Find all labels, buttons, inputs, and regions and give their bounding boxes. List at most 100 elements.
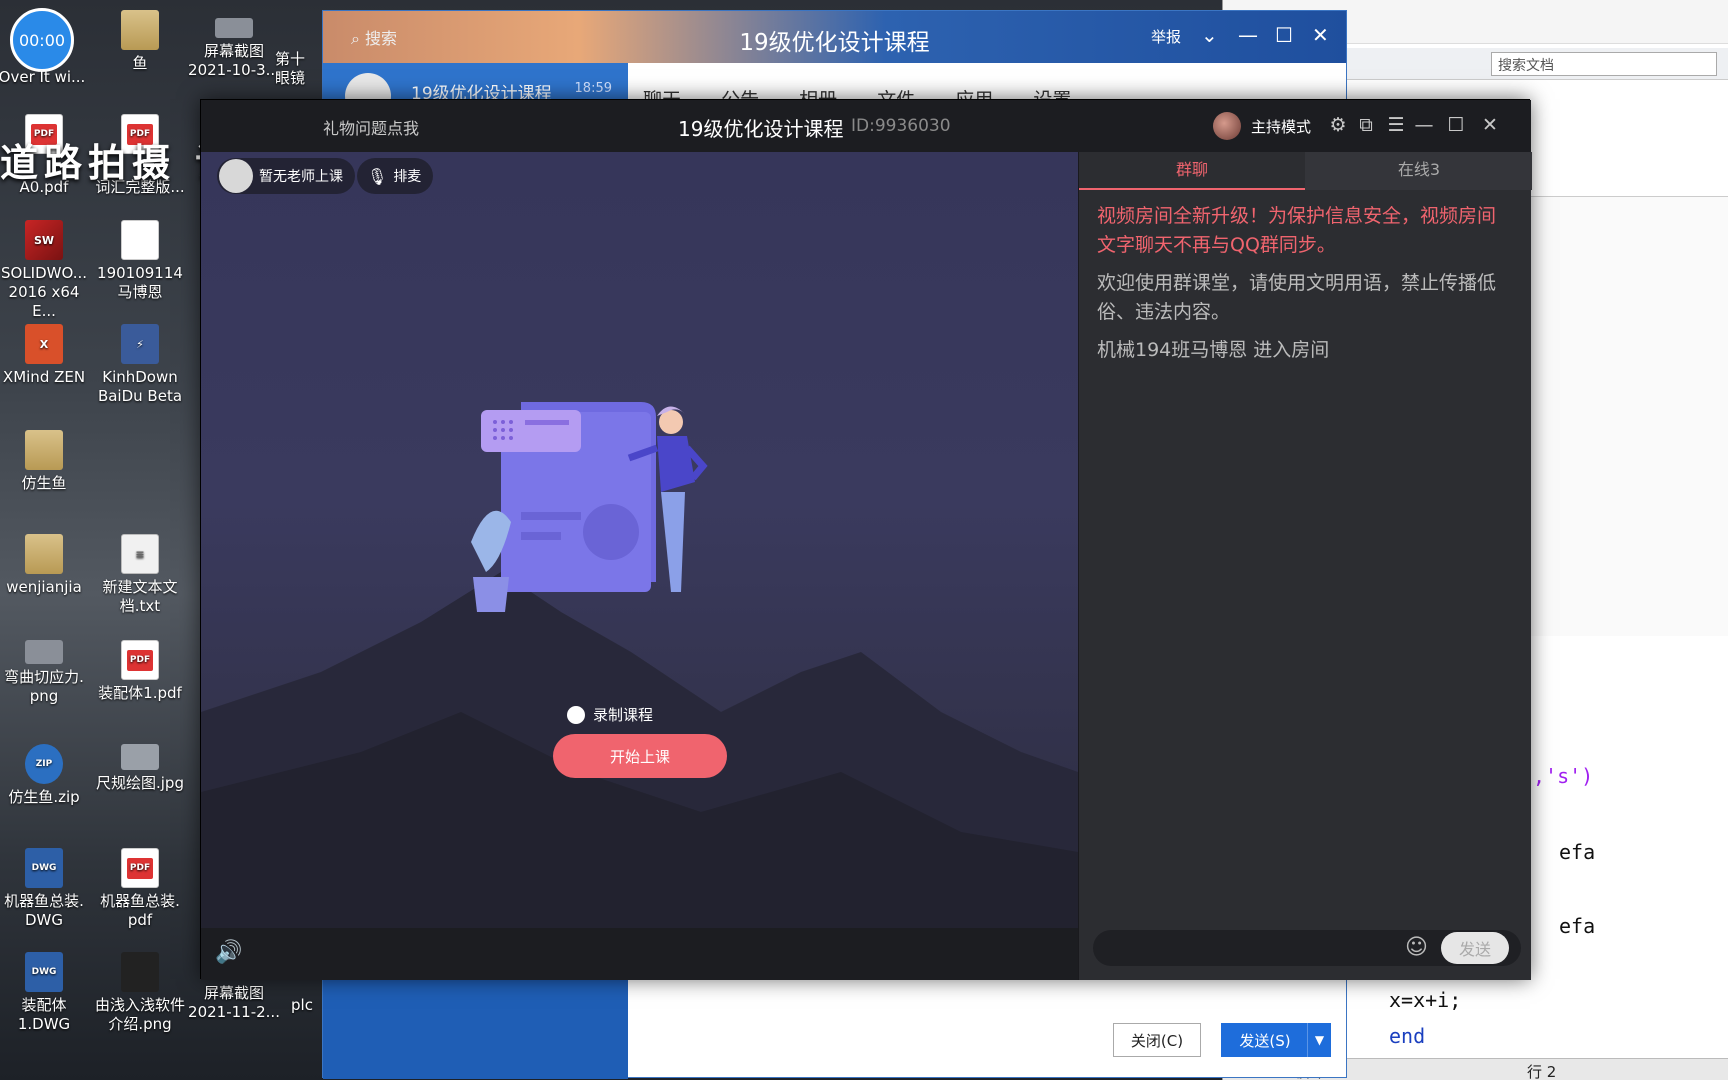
- desktop-icon[interactable]: 弯曲切应力. png: [0, 640, 90, 706]
- desktop-icon[interactable]: DWG 装配体 1.DWG: [0, 952, 90, 1034]
- qq-window-title: 19级优化设计课程: [739, 30, 930, 56]
- emoji-icon[interactable]: ☺: [1405, 936, 1429, 960]
- record-label: 录制课程: [593, 706, 654, 724]
- desktop-icon[interactable]: Over It wi...: [0, 68, 88, 87]
- desktop-icon-label: 鱼: [132, 54, 148, 72]
- chat-input[interactable]: ☺ 发送: [1093, 930, 1521, 966]
- host-mode-label[interactable]: 主持模式: [1251, 116, 1311, 137]
- desktop-icon[interactable]: 鱼: [94, 10, 186, 73]
- desktop-icon[interactable]: 190109114 马博恩: [94, 220, 186, 302]
- xmind-icon: X: [25, 324, 63, 364]
- gift-help-link[interactable]: 礼物问题点我: [323, 115, 419, 139]
- close-icon[interactable]: ✕: [1477, 112, 1503, 138]
- chat-send-button[interactable]: 发送: [1441, 932, 1509, 964]
- chevron-down-icon[interactable]: ▼: [1307, 1023, 1331, 1057]
- chat-tabs: 群聊 在线3: [1079, 152, 1532, 190]
- code-line: x=x+i;: [1389, 988, 1462, 1012]
- send-button[interactable]: 发送(S) ▼: [1221, 1023, 1331, 1057]
- desktop-icon[interactable]: ZIP 仿生鱼.zip: [0, 744, 90, 807]
- desktop-icon-label: 装配体 1.DWG: [17, 996, 71, 1033]
- image-file-icon: [121, 952, 159, 992]
- desktop-icon[interactable]: ≡ 新建文本文 档.txt: [94, 534, 186, 616]
- desktop-icon[interactable]: 第十 眼镜: [270, 50, 310, 88]
- queue-mic-label: 排麦: [393, 169, 422, 185]
- pdf-file-icon: PDF: [121, 640, 159, 680]
- volume-icon[interactable]: 🔊: [215, 940, 243, 968]
- popout-icon[interactable]: ⧉: [1353, 112, 1379, 138]
- desktop-icon[interactable]: SW SOLIDWO... 2016 x64 E...: [0, 220, 90, 321]
- solidworks-icon: SW: [25, 220, 63, 260]
- desktop-icon-label: KinhDown BaiDu Beta: [97, 368, 183, 405]
- maximize-icon[interactable]: ☐: [1275, 23, 1293, 47]
- zip-file-icon: ZIP: [25, 744, 63, 784]
- settings-icon[interactable]: ⚙: [1325, 112, 1351, 138]
- code-line: efa: [1559, 840, 1596, 864]
- status-line: 行 2: [1527, 1063, 1557, 1080]
- desktop-icon-label: 屏幕截图 2021-11-2...: [188, 984, 280, 1021]
- desktop-icon-label: 仿生鱼: [21, 474, 67, 492]
- kinhdown-icon: ⚡: [121, 324, 159, 364]
- desktop-icon[interactable]: wenjianjia: [0, 534, 90, 597]
- pdf-file-icon: PDF: [121, 848, 159, 888]
- tab-online[interactable]: 在线3: [1306, 152, 1532, 190]
- stage-bottom-bar: 🔊: [201, 928, 1078, 980]
- doc-search-input[interactable]: 搜索文档: [1491, 52, 1717, 76]
- minimize-icon[interactable]: —: [1238, 23, 1258, 47]
- desktop-icon[interactable]: X XMind ZEN: [0, 324, 90, 387]
- chat-panel: 群聊 在线3 视频房间全新升级！为保护信息安全，视频房间文字聊天不再与QQ群同步…: [1078, 152, 1532, 980]
- minimize-icon[interactable]: —: [1411, 112, 1437, 138]
- welcome-message: 欢迎使用群课堂，请使用文明用语，禁止传播低俗、违法内容。: [1097, 272, 1497, 323]
- desktop-icon[interactable]: 尺规绘图.jpg: [94, 744, 186, 793]
- record-course-option[interactable]: 录制课程: [567, 704, 653, 725]
- desktop-icon-label: plc: [291, 996, 313, 1014]
- desktop-icon-label: 机器鱼总装. pdf: [100, 892, 180, 929]
- close-button[interactable]: 关闭(C): [1113, 1023, 1201, 1057]
- record-radio[interactable]: [567, 705, 585, 724]
- folder-icon: [25, 430, 63, 470]
- desktop-icon-label: SOLIDWO... 2016 x64 E...: [1, 264, 87, 320]
- desktop-icon-label: 仿生鱼.zip: [8, 788, 80, 806]
- desktop-icon[interactable]: DWG 机器鱼总装. DWG: [0, 848, 90, 930]
- code-line: efa: [1559, 914, 1596, 938]
- desktop-icon[interactable]: ⚡ KinhDown BaiDu Beta: [94, 324, 186, 406]
- video-room-window: 礼物问题点我 19级优化设计课程 ID:9936030 主持模式 ⚙ ⧉ ☰ —…: [200, 99, 1532, 980]
- room-title: 19级优化设计课程: [678, 117, 844, 141]
- desktop-icon[interactable]: PDF 装配体1.pdf: [94, 640, 186, 703]
- desktop-icon-label: 弯曲切应力. png: [4, 668, 84, 705]
- desktop-icon-label: 190109114 马博恩: [97, 264, 183, 301]
- desktop-icon-label: 机器鱼总装. DWG: [4, 892, 84, 929]
- chevron-down-icon[interactable]: ⌄: [1201, 23, 1218, 47]
- desktop-icon[interactable]: PDF 机器鱼总装. pdf: [94, 848, 186, 930]
- recording-timer[interactable]: 00:00: [10, 8, 74, 72]
- image-file-icon: [121, 744, 159, 770]
- tab-group-chat[interactable]: 群聊: [1079, 152, 1305, 190]
- menu-icon[interactable]: ☰: [1383, 112, 1409, 138]
- desktop-icon-label: 屏幕截图 2021-10-3...: [188, 42, 280, 79]
- text-file-icon: ≡: [121, 534, 159, 574]
- code-line: ,'s'): [1533, 764, 1594, 788]
- avatar: [219, 159, 253, 193]
- desktop-icon[interactable]: 仿生鱼: [0, 430, 90, 493]
- folder-icon: [25, 534, 63, 574]
- desktop-icon[interactable]: 由浅入浅软件 介绍.png: [94, 952, 186, 1034]
- desktop-icon-label: 第十 眼镜: [274, 50, 305, 87]
- desktop-icon[interactable]: plc: [284, 996, 320, 1015]
- system-notice: 视频房间全新升级！为保护信息安全，视频房间文字聊天不再与QQ群同步。: [1097, 205, 1497, 256]
- report-link[interactable]: 举报: [1151, 26, 1181, 47]
- microphone-icon: 🎙: [367, 166, 388, 186]
- room-titlebar: 礼物问题点我 19级优化设计课程 ID:9936030 主持模式 ⚙ ⧉ ☰ —…: [201, 100, 1531, 152]
- teacher-status-chip[interactable]: 暂无老师上课: [217, 158, 355, 194]
- desktop-icon[interactable]: 屏幕截图 2021-10-3...: [188, 18, 280, 80]
- queue-mic-chip[interactable]: 🎙 排麦: [357, 158, 434, 194]
- desktop-icon[interactable]: 屏幕截图 2021-11-2...: [188, 984, 280, 1022]
- desktop-icon-label: 装配体1.pdf: [98, 684, 182, 702]
- start-class-button[interactable]: 开始上课: [553, 734, 727, 778]
- send-button-label: 发送(S): [1239, 1031, 1291, 1050]
- maximize-icon[interactable]: ☐: [1443, 112, 1469, 138]
- dwg-file-icon: DWG: [25, 952, 63, 992]
- folder-icon: [121, 10, 159, 50]
- avatar[interactable]: [1213, 112, 1241, 140]
- desktop-icon-label: 由浅入浅软件 介绍.png: [94, 996, 185, 1033]
- desktop-icon-label: 新建文本文 档.txt: [102, 578, 178, 615]
- close-icon[interactable]: ✕: [1312, 23, 1329, 47]
